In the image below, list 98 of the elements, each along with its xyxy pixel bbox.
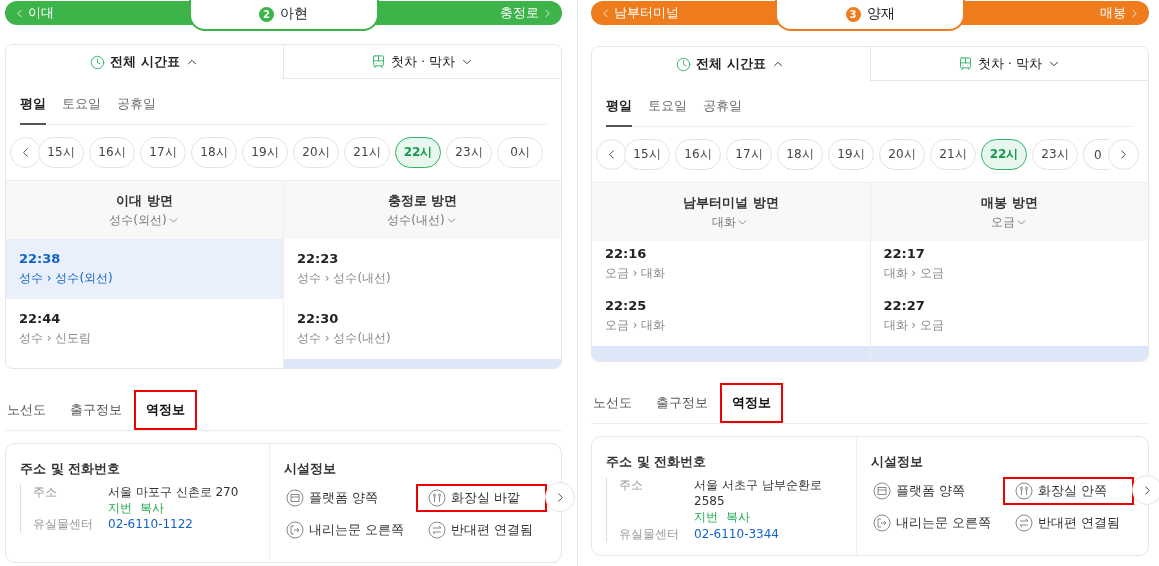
section-title: 시설정보	[284, 460, 338, 478]
facility-label: 플랫폼 양쪽	[896, 482, 965, 500]
line-number-badge: 3	[845, 6, 861, 22]
info-tab[interactable]: 역정보	[134, 390, 197, 430]
hour-chip[interactable]: 23시	[1032, 139, 1078, 170]
train-icon	[370, 54, 386, 69]
train-row[interactable]: 22:38 성수 › 성수(외선)	[6, 239, 283, 299]
hour-chip[interactable]: 18시	[191, 137, 237, 168]
hour-chip[interactable]: 16시	[89, 137, 135, 168]
train-route: 성수 › 성수(외선)	[19, 270, 114, 287]
hour-chip[interactable]: 19시	[828, 139, 874, 170]
door-exit-icon	[286, 521, 305, 539]
hour-chip[interactable]: 23시	[446, 137, 492, 168]
transfer-icon	[1015, 514, 1033, 532]
destination-dropdown[interactable]: 성수(외선)	[109, 211, 180, 229]
address-text: 서울 서초구 남부순환로 2585	[694, 477, 823, 510]
train-route: 대화 › 오금	[883, 264, 945, 282]
next-button[interactable]	[1132, 475, 1159, 505]
hour-chip[interactable]: 20시	[293, 137, 339, 168]
train-route: 성수 › 신도림	[19, 330, 93, 347]
facility-label: 반대편 연결됨	[1038, 514, 1120, 532]
departure-time: 22:17	[883, 245, 926, 261]
field-label: 유실물센터	[619, 525, 680, 542]
field-label: 주소	[619, 477, 644, 494]
hour-chip[interactable]: 16시	[675, 139, 721, 170]
info-tab[interactable]: 노선도	[591, 383, 644, 423]
scroll-left-button[interactable]	[10, 137, 41, 168]
hour-chip[interactable]: 21시	[930, 139, 976, 170]
departure-time: 22:38	[19, 251, 62, 266]
departure-time: 22:44	[19, 311, 62, 326]
departure-time: 22:27	[883, 298, 926, 313]
train-route: 대화 › 오금	[883, 317, 945, 334]
hour-chip[interactable]: 0시	[497, 137, 543, 168]
restroom-icon	[428, 489, 446, 507]
station-name: 아현	[280, 5, 308, 23]
field-label: 유실물센터	[33, 516, 94, 533]
direction-title: 충정로 방면	[387, 191, 458, 210]
facility-label: 플랫폼 양쪽	[309, 489, 378, 507]
scroll-right-button[interactable]	[1108, 139, 1139, 170]
departure-time: 22:30	[297, 311, 340, 326]
train-route: 성수 › 성수(내선)	[297, 330, 392, 347]
departure-time: 22:25	[605, 298, 648, 313]
train-route: 오금 › 대화	[605, 264, 667, 282]
hour-chip[interactable]: 18시	[777, 139, 823, 170]
section-title: 주소 및 전화번호	[606, 453, 708, 471]
info-tab[interactable]: 출구정보	[58, 390, 134, 430]
info-tab[interactable]: 역정보	[720, 383, 783, 423]
hour-chip[interactable]: 20시	[879, 139, 925, 170]
train-icon	[957, 56, 973, 71]
restroom-icon	[1015, 482, 1033, 500]
line-number-badge: 2	[259, 6, 274, 22]
destination-dropdown[interactable]: 오금	[990, 213, 1028, 231]
next-button[interactable]	[545, 482, 575, 512]
section-title: 주소 및 전화번호	[20, 460, 122, 478]
hour-chip[interactable]: 17시	[140, 137, 186, 168]
day-tab[interactable]: 공휴일	[703, 89, 742, 127]
field-label: 주소	[33, 484, 58, 501]
day-tab[interactable]: 공휴일	[117, 87, 156, 125]
destination-dropdown[interactable]: 성수(내선)	[387, 211, 458, 229]
hour-chip[interactable]: 21시	[344, 137, 390, 168]
facility-label: 화장실 바깥	[451, 489, 520, 507]
door-exit-icon	[873, 514, 892, 532]
hour-chip[interactable]: 15시	[624, 139, 670, 170]
scroll-left-button[interactable]	[596, 139, 627, 170]
hour-chip[interactable]: 17시	[726, 139, 772, 170]
direction-title: 남부터미널 방면	[683, 193, 779, 212]
day-tab[interactable]: 평일	[20, 87, 46, 125]
address-text: 서울 마포구 신촌로 270	[108, 484, 240, 501]
clock-icon	[676, 56, 692, 72]
train-route: 오금 › 대화	[605, 317, 667, 334]
view-tab[interactable]: 첫차 · 막차	[283, 45, 561, 79]
clock-icon	[90, 54, 106, 70]
departure-time: 22:16	[605, 245, 648, 261]
hour-chip[interactable]: 15시	[38, 137, 84, 168]
facility-label: 내리는문 오른쪽	[309, 521, 404, 539]
phone-link[interactable]: 02-6110-1122	[108, 516, 256, 533]
destination-dropdown[interactable]: 대화	[712, 213, 750, 231]
phone-link[interactable]: 02-6110-3344	[694, 525, 843, 542]
train-route: 성수 › 성수(내선)	[297, 270, 392, 287]
departure-time: 22:23	[297, 251, 340, 266]
platform-icon	[286, 489, 305, 507]
direction-title: 이대 방면	[116, 191, 173, 210]
transfer-icon	[428, 521, 446, 539]
platform-icon	[873, 482, 892, 500]
facility-label: 내리는문 오른쪽	[896, 514, 991, 532]
section-title: 시설정보	[871, 453, 925, 471]
view-tab[interactable]: 첫차 · 막차	[869, 47, 1148, 81]
info-tab[interactable]: 출구정보	[644, 383, 720, 423]
day-tab[interactable]: 토요일	[62, 87, 101, 125]
facility-label: 반대편 연결됨	[451, 521, 533, 539]
station-name: 양재	[866, 5, 895, 23]
info-tab[interactable]: 노선도	[5, 390, 58, 430]
direction-title: 매봉 방면	[981, 193, 1038, 212]
facility-label: 화장실 안쪽	[1038, 482, 1107, 500]
hour-chip[interactable]: 0	[1083, 139, 1109, 170]
day-tab[interactable]: 평일	[606, 89, 632, 127]
day-tab[interactable]: 토요일	[648, 89, 687, 127]
hour-chip[interactable]: 19시	[242, 137, 288, 168]
